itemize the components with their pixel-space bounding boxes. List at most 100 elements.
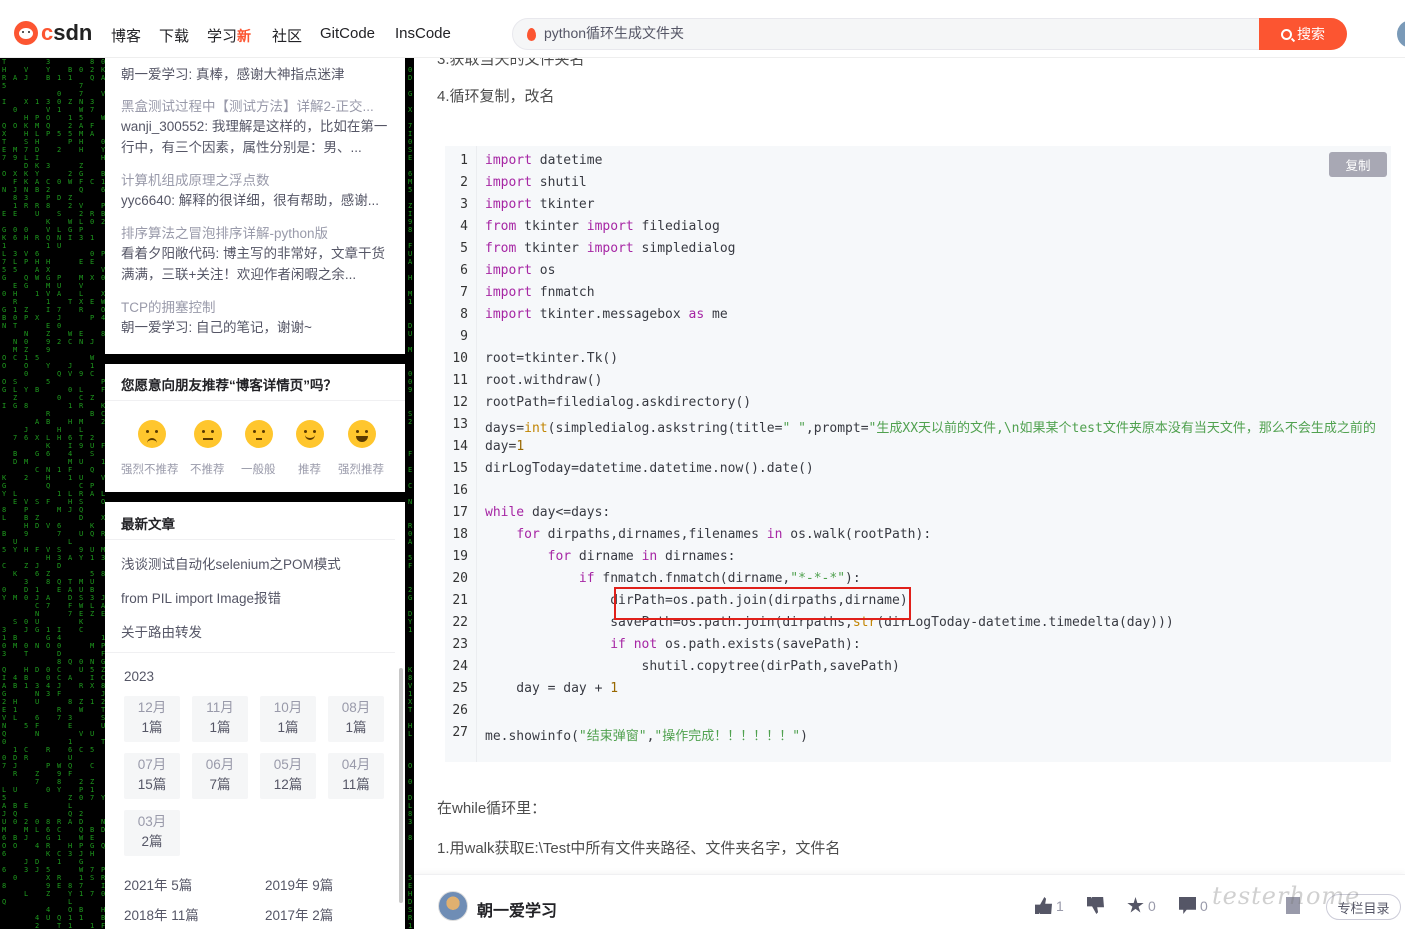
face-neutral-icon[interactable] — [245, 420, 273, 448]
code-gutter — [476, 146, 477, 762]
comment-text[interactable]: yyc6640: 解释的很详细，很有帮助，感谢... — [121, 190, 389, 211]
face-mouth — [203, 438, 213, 440]
search-input[interactable] — [544, 25, 1244, 41]
comment-article-title[interactable]: 黑盒测试过程中【测试方法】详解2-正交... — [121, 95, 389, 115]
comment-text[interactable]: 朝一爱学习: 真棒，感谢大神指点迷津 — [121, 64, 389, 85]
face-mouth — [256, 438, 262, 440]
archive-month[interactable]: 12月 1篇 — [124, 696, 180, 742]
code-line-number: 3 — [460, 197, 468, 212]
latest-article-link[interactable]: 关于路由转发 — [121, 621, 202, 641]
code-line-number: 25 — [452, 681, 468, 696]
archive-month[interactable]: 03月 2篇 — [124, 810, 180, 856]
archive-year-link[interactable]: 2017年 2篇 — [265, 904, 333, 924]
code-line-number: 26 — [452, 703, 468, 718]
month-count: 1篇 — [141, 720, 163, 735]
author-avatar[interactable] — [438, 891, 468, 921]
matrix-column: 1 P M L H D I K Y A B R U R 6 H A W 1 X … — [35, 98, 40, 929]
author-name[interactable]: 朝一爱学习 — [477, 897, 557, 921]
star-icon — [1127, 897, 1144, 913]
month-count: 11篇 — [342, 777, 370, 792]
search-button-label: 搜索 — [1297, 26, 1325, 42]
code-line-number: 2 — [460, 175, 468, 190]
search-button[interactable]: 搜索 — [1259, 18, 1347, 50]
code-line-number: 21 — [452, 593, 468, 608]
rating-label[interactable]: 一般般 — [241, 461, 276, 477]
dislike-button[interactable] — [1087, 897, 1104, 914]
face-happy-icon[interactable] — [296, 420, 324, 448]
user-avatar[interactable] — [1397, 20, 1405, 48]
archive-year: 2023 — [124, 669, 155, 684]
matrix-column: 3 Y B 3 V O Q P 3 C 2 P 8 K V Q 1 H X G … — [46, 58, 51, 922]
code-line: if fnmatch.fnmatch(dirname,"*-*-*"): — [578, 571, 861, 586]
sidebar-scrollbar[interactable] — [399, 668, 403, 903]
rating-label[interactable]: 强烈推荐 — [338, 461, 384, 477]
archive-year-link[interactable]: 2018年 11篇 — [124, 904, 199, 924]
rating-label[interactable]: 强烈不推荐 — [121, 461, 179, 477]
face-very-happy-icon[interactable] — [348, 420, 376, 448]
recommend-card: 您愿意向朋友推荐“博客详情页”吗？ 强烈不推荐 不推荐 一般般 推荐 强烈推荐 — [105, 364, 405, 492]
favorite-button[interactable]: 0 — [1127, 897, 1156, 914]
article-content: 3.获取当天的文件夹名 4.循环复制，改名 1 import datetime 2 i… — [414, 51, 1405, 929]
code-line-number: 22 — [452, 615, 468, 630]
recommend-title: 您愿意向朋友推荐“博客详情页”吗？ — [121, 378, 337, 393]
code-line-number: 19 — [452, 549, 468, 564]
comment-text[interactable]: wanji_300552: 我理解是这样的，比如在第一行中，有三个因素，属性分别… — [121, 116, 389, 158]
month-label: 06月 — [205, 757, 235, 772]
nav-study[interactable]: 学习新 — [207, 25, 251, 46]
comment-button[interactable]: 0 — [1179, 897, 1208, 914]
code-line-number: 8 — [460, 307, 468, 322]
matrix-column: T H R 5 I Q X T E 7 O N E G K 1 L 7 5 G … — [2, 58, 7, 906]
latest-articles-card: 最新文章 浅谈测试自动化selenium之POM模式 from PIL impo… — [105, 502, 405, 929]
nav-community[interactable]: 社区 — [272, 25, 302, 46]
archive-month[interactable]: 08月 1篇 — [328, 696, 384, 742]
archive-month[interactable]: 05月 12篇 — [260, 753, 316, 799]
code-line-number: 11 — [452, 373, 468, 388]
code-line: me.showinfo("结束弹窗","操作完成！！！！！！") — [485, 729, 808, 744]
face-eyes — [304, 430, 307, 433]
nav-inscode[interactable]: InsCode — [395, 25, 451, 42]
face-unhappy-icon[interactable] — [194, 420, 222, 448]
matrix-column: 8 2 Q 3 7 F A C R 0 1 0 E X E P J W 1 C … — [90, 58, 95, 929]
comment-text[interactable]: 看着夕阳敞代码: 博主写的非常好，文章干货满满，三联+关注！欢迎作者闲暇之余..… — [121, 243, 389, 285]
latest-title: 最新文章 — [121, 517, 175, 532]
code-line-number: 20 — [452, 571, 468, 586]
like-button[interactable]: 1 — [1035, 897, 1064, 914]
code-line: from tkinter import filedialog — [485, 219, 720, 234]
matrix-column: 0 7 7 N W 5 A M H H Z G F Q V 2 L P 3 E … — [79, 66, 84, 922]
archive-month[interactable]: 06月 7篇 — [192, 753, 248, 799]
latest-article-link[interactable]: 浅谈测试自动化selenium之POM模式 — [121, 553, 341, 573]
code-line: days=int(simpledialog.askstring(title=" … — [485, 421, 1376, 436]
article-paragraph: 1.用walk获取E:\Test中所有文件夹路径、文件夹名字，文件名 — [437, 840, 841, 857]
month-label: 04月 — [341, 757, 371, 772]
month-label: 07月 — [137, 757, 167, 772]
code-line: import fnmatch — [485, 285, 595, 300]
comment-article-title[interactable]: 计算机组成原理之浮点数 — [121, 169, 389, 189]
recent-comments-card: 朝一爱学习: 真棒，感谢大神指点迷津 黑盒测试过程中【测试方法】详解2-正交..… — [105, 58, 405, 354]
csdn-logo[interactable]: csdn — [14, 20, 92, 46]
comment-text[interactable]: 朝一爱学习: 自己的笔记，谢谢~ — [121, 317, 389, 338]
latest-article-link[interactable]: from PIL import Image报错 — [121, 587, 281, 607]
copy-button[interactable]: 复制 — [1329, 152, 1387, 177]
code-line-number: 13 — [452, 417, 468, 432]
rating-label[interactable]: 推荐 — [298, 461, 321, 477]
comment-article-title[interactable]: 排序算法之冒泡排序详解-python版 — [121, 222, 389, 242]
nav-gitcode[interactable]: GitCode — [320, 25, 375, 42]
face-very-unhappy-icon[interactable] — [138, 420, 166, 448]
rating-label[interactable]: 不推荐 — [190, 461, 225, 477]
archive-month[interactable]: 07月 15篇 — [124, 753, 180, 799]
code-line-number: 6 — [460, 263, 468, 278]
archive-month[interactable]: 04月 11篇 — [328, 753, 384, 799]
archive-year-link[interactable]: 2019年 9篇 — [265, 874, 333, 894]
archive-year-link[interactable]: 2021年 5篇 — [124, 874, 192, 894]
nav-blog[interactable]: 博客 — [111, 25, 141, 46]
code-line-number: 5 — [460, 241, 468, 256]
code-line-number: 14 — [452, 439, 468, 454]
code-block: 1 import datetime 2 import shutil 3 import tk… — [445, 146, 1391, 762]
comment-article-title[interactable]: TCP的拥塞控制 — [121, 296, 389, 316]
code-line: import datetime — [485, 153, 603, 168]
hot-flame-icon — [527, 28, 536, 41]
archive-month[interactable]: 10月 1篇 — [260, 696, 316, 742]
nav-download[interactable]: 下载 — [159, 25, 189, 46]
code-line: for dirname in dirnames: — [547, 549, 736, 564]
archive-month[interactable]: 11月 1篇 — [192, 696, 248, 742]
